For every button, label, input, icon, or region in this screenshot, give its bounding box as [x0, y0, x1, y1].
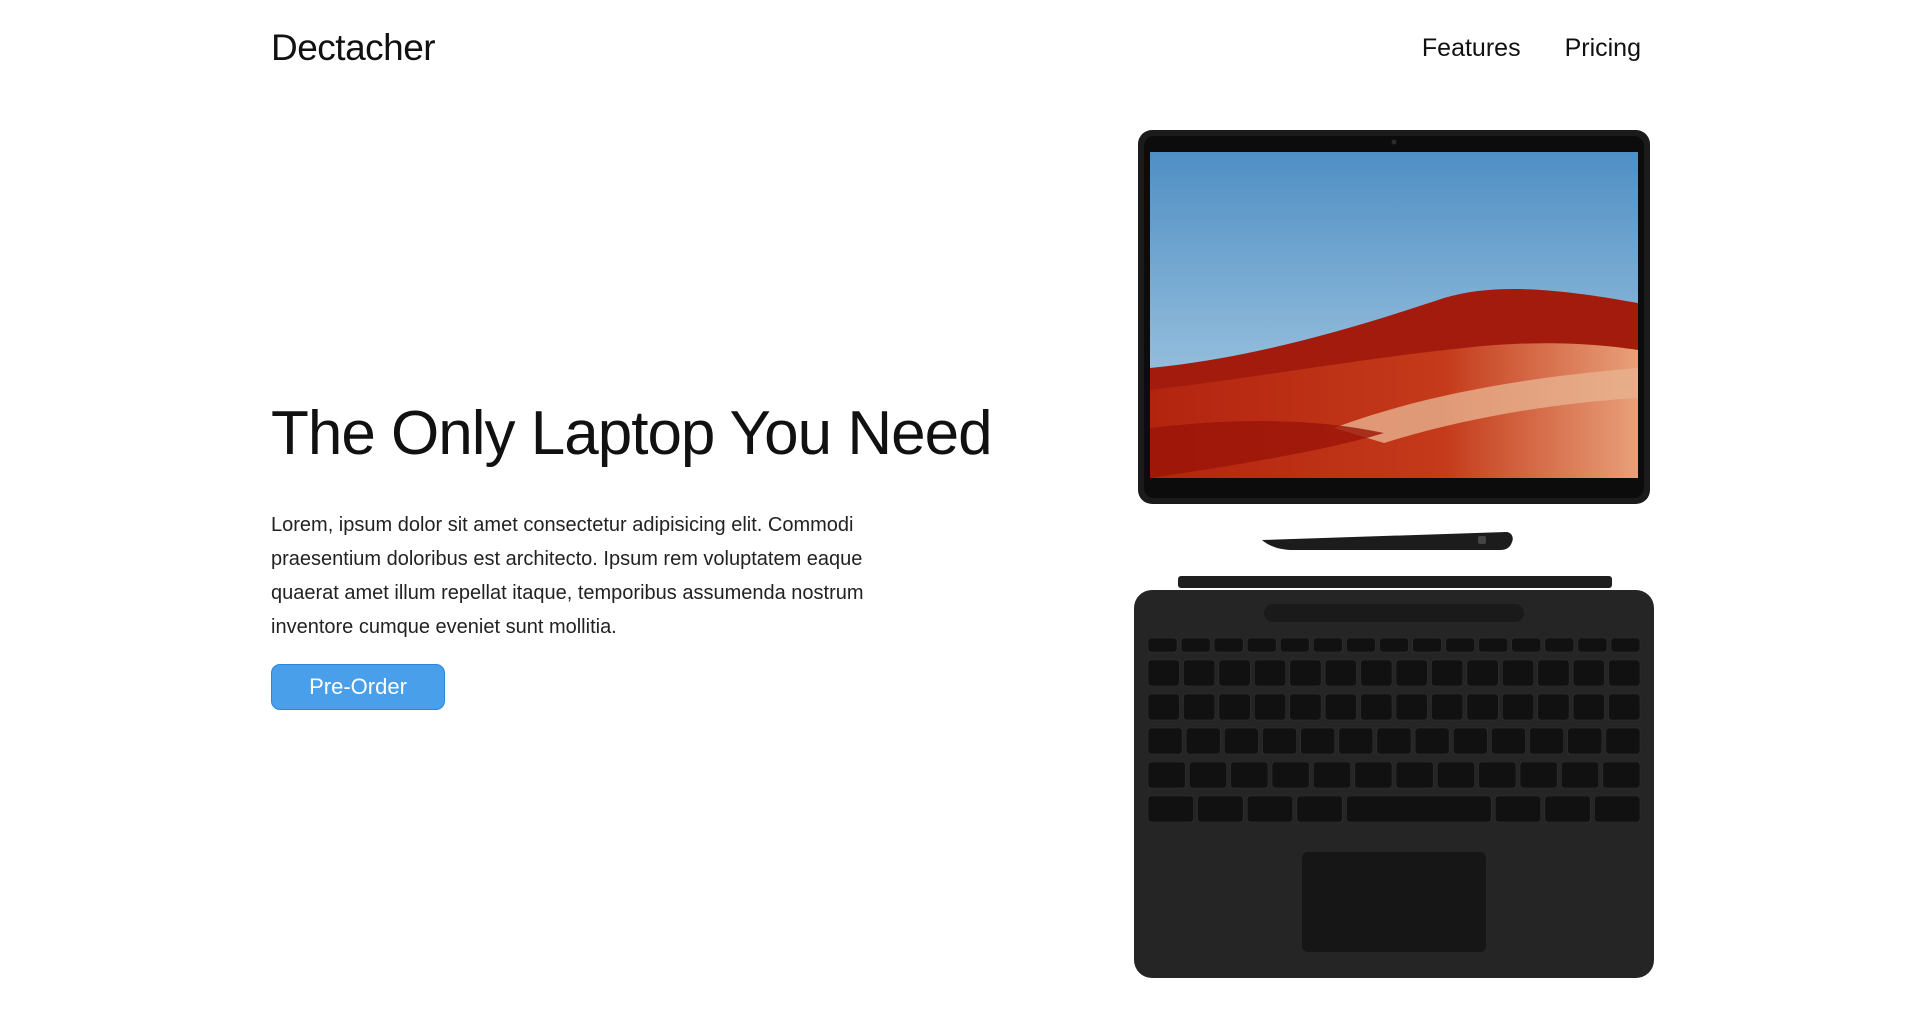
keyboard-key — [1395, 761, 1434, 789]
keyboard-key — [1289, 693, 1322, 721]
keyboard-key — [1183, 659, 1216, 687]
keyboard-key — [1189, 761, 1227, 789]
keyboard-key — [1147, 693, 1180, 721]
keyboard-key — [1572, 659, 1605, 687]
pre-order-button[interactable]: Pre-Order — [271, 664, 445, 711]
keyboard-key — [1218, 693, 1251, 721]
keyboard-key — [1537, 693, 1570, 721]
keyboard-key — [1279, 637, 1310, 653]
hero-title: The Only Laptop You Need — [271, 399, 993, 468]
keyboard-key — [1324, 659, 1357, 687]
hero-section: The Only Laptop You Need Lorem, ipsum do… — [271, 399, 1031, 711]
keyboard-key — [1608, 659, 1641, 687]
keyboard-key — [1414, 727, 1450, 755]
keyboard-key — [1183, 693, 1216, 721]
keyboard-key — [1577, 637, 1608, 653]
landing-page: Dectacher Features Pricing The Only Lapt… — [0, 0, 1920, 1029]
hero-description: Lorem, ipsum dolor sit amet consectetur … — [271, 514, 864, 639]
keyboard-key — [1501, 659, 1535, 687]
keyboard-key — [1605, 727, 1641, 755]
product-image — [1134, 128, 1654, 988]
main-nav: Features Pricing — [1422, 34, 1641, 63]
keyboard-key — [1246, 795, 1294, 823]
keyboard-key — [1338, 727, 1374, 755]
keyboard-key — [1491, 727, 1526, 755]
keyboard-key — [1324, 693, 1357, 721]
stylus-pen — [1262, 532, 1513, 550]
laptop-tablet-keyboard-illustration — [1134, 130, 1654, 978]
nav-link-pricing[interactable]: Pricing — [1565, 34, 1641, 63]
keyboard-key — [1501, 693, 1535, 721]
keyboard-key — [1572, 693, 1605, 721]
keyboard-key — [1147, 795, 1194, 823]
keyboard-key — [1379, 637, 1409, 653]
keyboard-key — [1197, 795, 1244, 823]
keyboard-key — [1360, 659, 1393, 687]
keyboard-key — [1478, 637, 1509, 653]
keyboard-key — [1271, 761, 1310, 789]
keyboard-key — [1494, 795, 1542, 823]
keyboard-key — [1431, 693, 1464, 721]
keyboard-key — [1147, 637, 1178, 653]
trackpad — [1302, 852, 1486, 952]
keyboard-key — [1567, 727, 1603, 755]
keyboard-key — [1253, 659, 1287, 687]
keyboard-key — [1313, 761, 1351, 789]
site-header: Dectacher Features Pricing — [271, 24, 1641, 72]
keyboard-key — [1185, 727, 1221, 755]
keyboard-key — [1412, 637, 1442, 653]
keyboard-key — [1511, 637, 1542, 653]
keyboard-key — [1437, 761, 1475, 789]
keyboard-key — [1253, 693, 1287, 721]
keyboard-key — [1610, 637, 1641, 653]
keyboard-key — [1224, 727, 1259, 755]
keyboard-key — [1395, 693, 1428, 721]
keyboard-key — [1466, 659, 1499, 687]
keyboard-key — [1313, 637, 1343, 653]
keyboard-key — [1537, 659, 1570, 687]
keyboard-key — [1602, 761, 1641, 789]
keyboard-key — [1529, 727, 1564, 755]
keyboard-key — [1445, 637, 1475, 653]
keyboard-key — [1360, 693, 1393, 721]
keyboard-key — [1230, 761, 1269, 789]
keyboard-key — [1147, 727, 1183, 755]
keyboard-key — [1213, 637, 1244, 653]
keyboard-key — [1147, 659, 1180, 687]
keyboard-key — [1519, 761, 1558, 789]
keyboard-key — [1544, 795, 1591, 823]
keyboard-key — [1180, 637, 1211, 653]
keyboard — [1134, 576, 1654, 978]
keyboard-key — [1431, 659, 1464, 687]
tablet — [1138, 130, 1650, 504]
keyboard-key — [1262, 727, 1297, 755]
keyboard-key — [1346, 795, 1492, 823]
keyboard-key — [1594, 795, 1641, 823]
keyboard-key — [1395, 659, 1428, 687]
keyboard-key — [1376, 727, 1412, 755]
keyboard-key — [1466, 693, 1499, 721]
keyboard-key — [1608, 693, 1641, 721]
keyboard-key — [1296, 795, 1343, 823]
keyboard-key — [1218, 659, 1251, 687]
keyboard-key — [1289, 659, 1322, 687]
keyboard-key — [1561, 761, 1599, 789]
keyboard-key — [1147, 761, 1186, 789]
keyboard-key — [1246, 637, 1277, 653]
nav-link-features[interactable]: Features — [1422, 34, 1521, 63]
keyboard-key — [1354, 761, 1393, 789]
brand-logo[interactable]: Dectacher — [271, 27, 436, 69]
keyboard-key — [1300, 727, 1336, 755]
keyboard-key — [1452, 727, 1488, 755]
keyboard-key — [1478, 761, 1517, 789]
keyboard-key — [1346, 637, 1376, 653]
keyboard-key — [1544, 637, 1575, 653]
